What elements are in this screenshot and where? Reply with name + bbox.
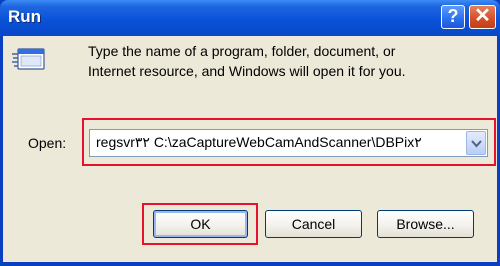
close-icon: ✕	[474, 5, 491, 27]
browse-button[interactable]: Browse...	[377, 210, 474, 238]
help-button[interactable]: ?	[441, 5, 465, 29]
chevron-down-icon	[471, 140, 482, 148]
run-dialog: Run ? ✕ Type the name of a program, fold…	[0, 0, 500, 266]
run-description: Type the name of a program, folder, docu…	[88, 41, 468, 81]
open-label: Open:	[28, 135, 67, 151]
ok-button[interactable]: OK	[153, 210, 248, 238]
window-title: Run	[8, 7, 42, 26]
cancel-button[interactable]: Cancel	[265, 210, 362, 238]
open-input[interactable]: regsvr۳۲ C:\zaCaptureWebCamAndScanner\DB…	[96, 134, 464, 151]
close-button[interactable]: ✕	[469, 5, 496, 29]
description-line-2: Internet resource, and Windows will open…	[88, 63, 406, 79]
help-icon: ?	[447, 6, 459, 26]
open-combobox[interactable]: regsvr۳۲ C:\zaCaptureWebCamAndScanner\DB…	[89, 129, 488, 157]
dropdown-button[interactable]	[466, 131, 486, 155]
run-program-icon	[12, 48, 45, 70]
title-bar[interactable]: Run ? ✕	[0, 0, 500, 36]
window-bottom-border	[0, 262, 500, 266]
description-line-1: Type the name of a program, folder, docu…	[88, 43, 396, 59]
